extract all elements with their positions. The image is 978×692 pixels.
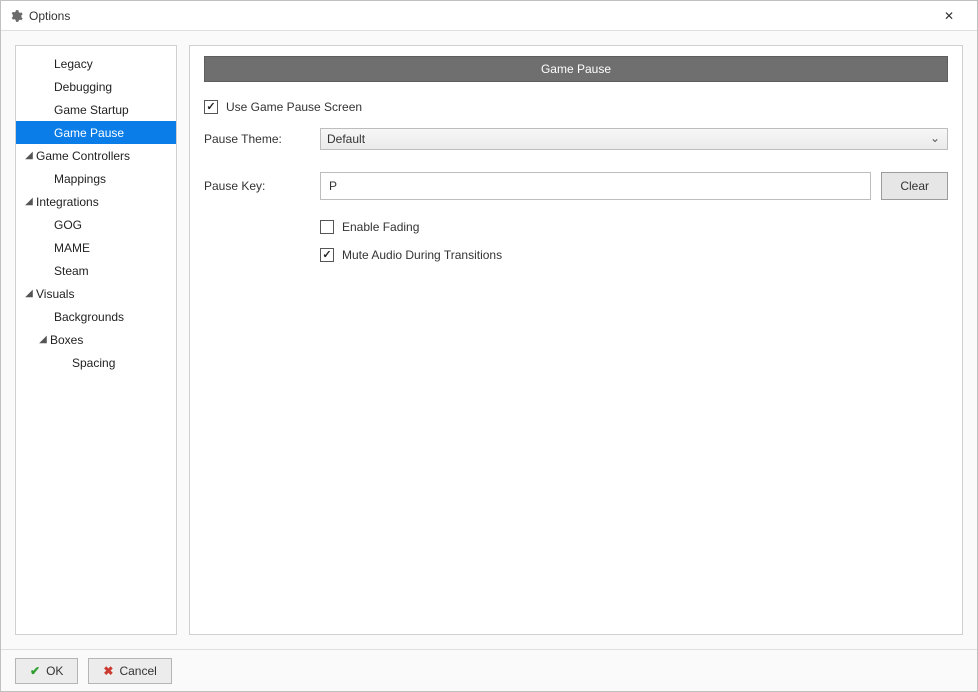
sidebar-item[interactable]: GOG bbox=[16, 213, 176, 236]
sidebar-item-label: Debugging bbox=[54, 80, 112, 94]
body: LegacyDebuggingGame StartupGame Pause◢Ga… bbox=[1, 31, 977, 649]
pause-theme-select[interactable]: Default bbox=[320, 128, 948, 150]
sidebar-item-label: Spacing bbox=[72, 356, 115, 370]
pause-theme-row: Pause Theme: Default bbox=[204, 128, 948, 150]
use-game-pause-screen-checkbox[interactable]: Use Game Pause Screen bbox=[204, 100, 948, 114]
footer: ✔ OK ✖ Cancel bbox=[1, 649, 977, 691]
enable-fading-checkbox[interactable]: Enable Fading bbox=[320, 220, 948, 234]
sidebar-item[interactable]: Game Startup bbox=[16, 98, 176, 121]
sidebar-item-label: Game Controllers bbox=[36, 149, 130, 163]
checkbox-label: Use Game Pause Screen bbox=[226, 100, 362, 114]
caret-down-icon: ◢ bbox=[22, 288, 36, 299]
window-title: Options bbox=[29, 9, 70, 23]
cancel-label: Cancel bbox=[119, 664, 156, 678]
sidebar-item-label: GOG bbox=[54, 218, 82, 232]
game-pause-form: Use Game Pause Screen Pause Theme: Defau… bbox=[204, 100, 948, 262]
sidebar-item-label: Game Startup bbox=[54, 103, 129, 117]
caret-down-icon: ◢ bbox=[36, 334, 50, 345]
ok-button[interactable]: ✔ OK bbox=[15, 658, 78, 684]
caret-down-icon: ◢ bbox=[22, 196, 36, 207]
panel-header: Game Pause bbox=[204, 56, 948, 82]
mute-audio-checkbox[interactable]: Mute Audio During Transitions bbox=[320, 248, 948, 262]
sidebar-item[interactable]: Game Pause bbox=[16, 121, 176, 144]
caret-down-icon: ◢ bbox=[22, 150, 36, 161]
cancel-button[interactable]: ✖ Cancel bbox=[88, 658, 171, 684]
pause-theme-label: Pause Theme: bbox=[204, 132, 320, 146]
sidebar-item-label: Backgrounds bbox=[54, 310, 124, 324]
sidebar-item-label: Mappings bbox=[54, 172, 106, 186]
sidebar-item[interactable]: Spacing bbox=[16, 351, 176, 374]
x-icon: ✖ bbox=[103, 664, 113, 678]
sidebar-item[interactable]: Debugging bbox=[16, 75, 176, 98]
sidebar-item-label: MAME bbox=[54, 241, 90, 255]
pause-key-row: Pause Key: Clear bbox=[204, 172, 948, 200]
sidebar-item[interactable]: ◢Visuals bbox=[16, 282, 176, 305]
sidebar-item-label: Legacy bbox=[54, 57, 93, 71]
sidebar-item[interactable]: Mappings bbox=[16, 167, 176, 190]
sidebar-item[interactable]: MAME bbox=[16, 236, 176, 259]
pause-key-label: Pause Key: bbox=[204, 179, 320, 193]
sidebar-item-label: Steam bbox=[54, 264, 89, 278]
checkbox-label: Enable Fading bbox=[342, 220, 419, 234]
pause-key-input[interactable] bbox=[320, 172, 871, 200]
checkbox-label: Mute Audio During Transitions bbox=[342, 248, 502, 262]
close-button[interactable]: ✕ bbox=[929, 2, 969, 30]
checkbox-icon bbox=[320, 220, 334, 234]
sidebar-tree: LegacyDebuggingGame StartupGame Pause◢Ga… bbox=[15, 45, 177, 635]
sidebar-item[interactable]: Legacy bbox=[16, 52, 176, 75]
sidebar-item[interactable]: ◢Game Controllers bbox=[16, 144, 176, 167]
ok-label: OK bbox=[46, 664, 63, 678]
sidebar-item[interactable]: Backgrounds bbox=[16, 305, 176, 328]
sidebar-item-label: Integrations bbox=[36, 195, 99, 209]
sidebar-item-label: Visuals bbox=[36, 287, 74, 301]
options-window: Options ✕ Legacy Debugging Game Startup Gam… bbox=[0, 0, 978, 692]
pause-theme-select-wrap: Default bbox=[320, 128, 948, 150]
sidebar-item-label: Game Pause bbox=[54, 126, 124, 140]
close-icon: ✕ bbox=[944, 9, 954, 23]
sidebar-item[interactable]: Steam bbox=[16, 259, 176, 282]
sidebar-item-label: Boxes bbox=[50, 333, 83, 347]
sidebar-item[interactable]: ◢Boxes bbox=[16, 328, 176, 351]
checkbox-icon bbox=[320, 248, 334, 262]
gear-icon bbox=[9, 9, 23, 23]
checkbox-icon bbox=[204, 100, 218, 114]
titlebar: Options ✕ bbox=[1, 1, 977, 31]
content-panel: Game Pause Use Game Pause Screen Pause T… bbox=[189, 45, 963, 635]
sidebar-item[interactable]: ◢Integrations bbox=[16, 190, 176, 213]
check-icon: ✔ bbox=[30, 664, 40, 678]
clear-button[interactable]: Clear bbox=[881, 172, 948, 200]
